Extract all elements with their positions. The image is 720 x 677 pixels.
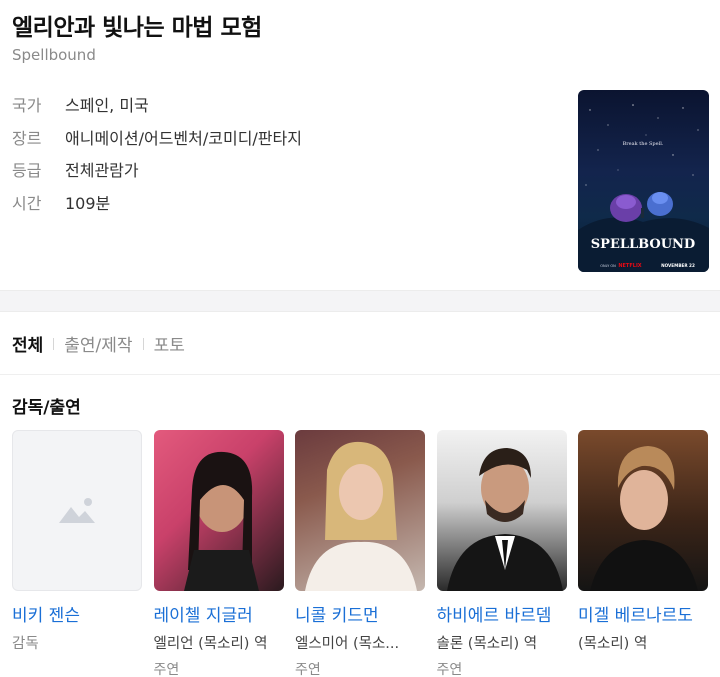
tab-cast-crew[interactable]: 출연/제작 <box>64 331 132 356</box>
info-value: 애니메이션/어드벤처/코미디/판타지 <box>65 128 302 148</box>
avatar[interactable] <box>295 430 425 591</box>
info-label: 등급 <box>12 161 42 181</box>
image-placeholder-icon <box>59 497 95 523</box>
info-row-runtime: 시간 109분 <box>12 186 302 219</box>
info-value: 스페인, 미국 <box>65 96 149 116</box>
poster-tagline: Break the Spell. <box>623 141 664 147</box>
poster-logo: SPELLBOUND <box>591 237 695 252</box>
avatar[interactable] <box>578 430 708 591</box>
section-divider <box>0 290 720 312</box>
tabs-divider <box>0 374 720 375</box>
movie-info: 국가 스페인, 미국 장르 애니메이션/어드벤처/코미디/판타지 등급 전체관람… <box>12 88 302 218</box>
tab-separator <box>53 337 55 350</box>
cast-type: 주연 <box>436 662 463 677</box>
movie-poster[interactable]: Break the Spell. SPELLBOUND ONLY ON NETF… <box>578 90 709 272</box>
cast-section-title: 감독/출연 <box>12 398 81 418</box>
info-label: 장르 <box>12 128 42 148</box>
cast-name[interactable]: 레이첼 지글러 <box>154 601 284 626</box>
info-label: 시간 <box>12 193 42 213</box>
cast-role: 감독 <box>12 636 39 652</box>
cast-role: 엘스미어 (목소... <box>295 636 400 652</box>
poster-only-on: ONLY ON <box>600 264 616 268</box>
poster-date: NOVEMBER 22 <box>661 263 695 268</box>
info-value: 109분 <box>65 193 111 213</box>
cast-card-director[interactable]: 비키 젠슨 감독 <box>12 430 142 677</box>
tab-photos[interactable]: 포토 <box>154 331 185 356</box>
cast-name[interactable]: 니콜 키드먼 <box>295 601 425 626</box>
tab-separator <box>142 337 144 350</box>
info-value: 전체관람가 <box>65 161 139 181</box>
movie-original-title: Spellbound <box>12 46 96 64</box>
cast-name[interactable]: 비키 젠슨 <box>12 601 142 626</box>
cast-name[interactable]: 하비에르 바르뎀 <box>437 601 567 626</box>
info-row-rating: 등급 전체관람가 <box>12 153 302 186</box>
cast-card[interactable]: 미겔 베르나르도 (목소리) 역 <box>578 430 708 677</box>
movie-title: 엘리안과 빛나는 마법 모험 <box>12 15 262 41</box>
avatar-placeholder[interactable] <box>12 430 142 591</box>
cast-role: 엘리언 (목소리) 역 <box>153 636 268 652</box>
tab-bar: 전체 출연/제작 포토 <box>12 331 185 356</box>
cast-type: 주연 <box>153 662 180 677</box>
cast-role: 솔론 (목소리) 역 <box>436 636 538 652</box>
cast-role: (목소리) 역 <box>578 636 648 652</box>
cast-card[interactable]: 레이첼 지글러 엘리언 (목소리) 역 주연 <box>153 430 284 677</box>
info-row-country: 국가 스페인, 미국 <box>12 88 302 121</box>
cast-card[interactable]: 하비에르 바르뎀 솔론 (목소리) 역 주연 <box>436 430 567 677</box>
avatar[interactable] <box>153 430 284 591</box>
cast-card[interactable]: 니콜 키드먼 엘스미어 (목소... 주연 <box>295 430 425 677</box>
cast-list: 비키 젠슨 감독 레이첼 지글러 엘리언 (목소리) 역 주연 니콜 키드먼 엘… <box>12 430 720 677</box>
cast-type: 주연 <box>295 662 321 677</box>
poster-netflix: NETFLIX <box>618 263 641 269</box>
avatar[interactable] <box>436 430 567 591</box>
info-label: 국가 <box>12 96 42 116</box>
cast-name[interactable]: 미겔 베르나르도 <box>578 601 708 626</box>
info-row-genre: 장르 애니메이션/어드벤처/코미디/판타지 <box>12 121 302 154</box>
tab-all[interactable]: 전체 <box>12 331 43 356</box>
